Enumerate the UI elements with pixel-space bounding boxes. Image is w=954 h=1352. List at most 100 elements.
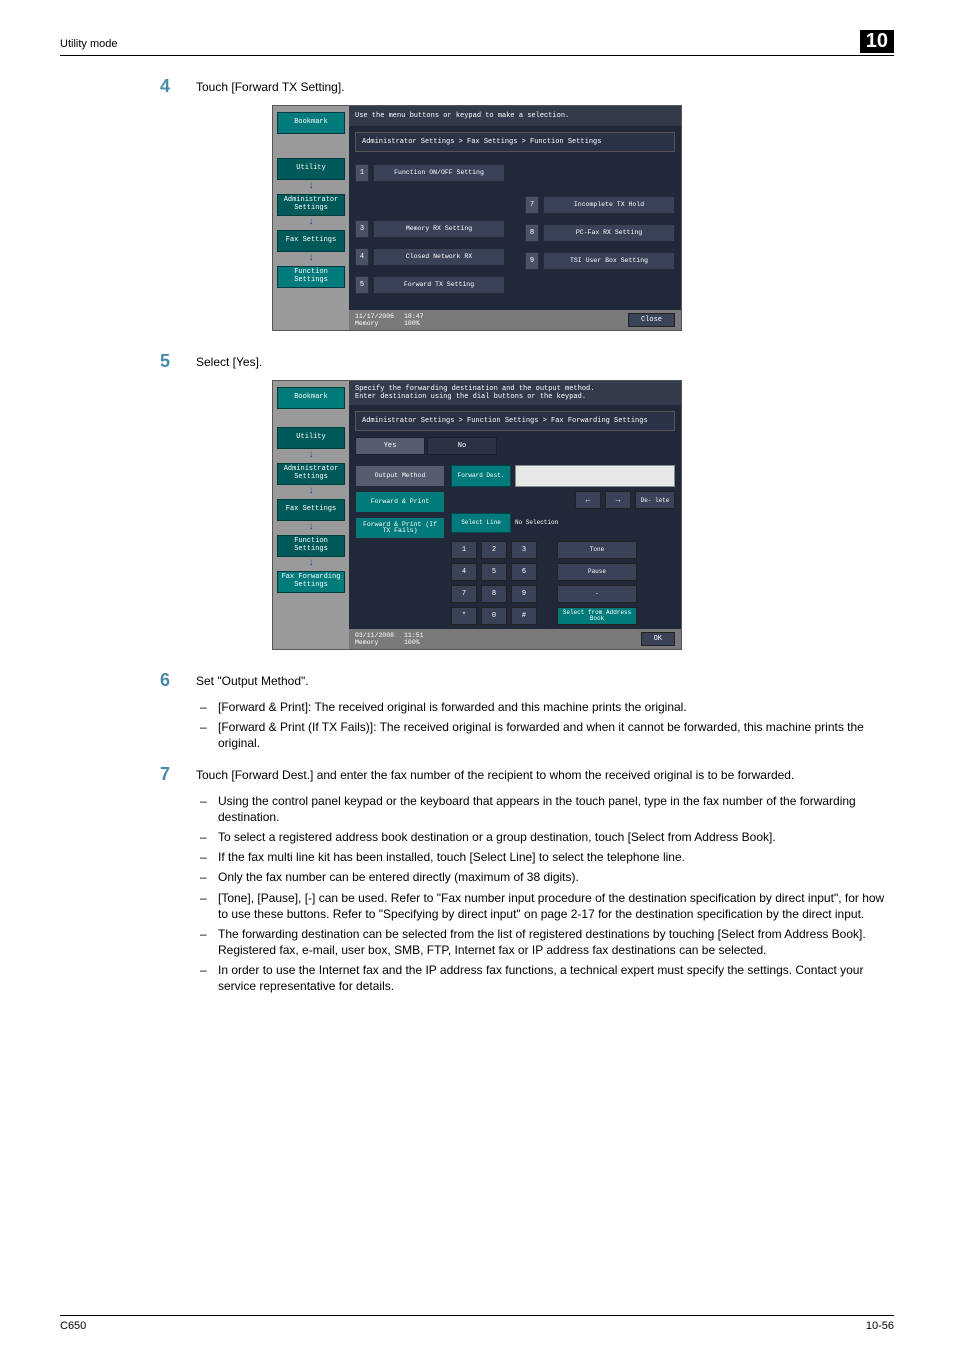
key-0[interactable]: 0 [481,607,507,625]
forward-print-button[interactable]: Forward & Print [355,491,445,513]
key-2[interactable]: 2 [481,541,507,559]
ss2-footer: 03/11/2008 Memory 11:51 100% OK [349,629,681,649]
yes-button[interactable]: Yes [355,437,425,455]
opt-num-3: 3 [355,220,369,238]
fax-forwarding-button[interactable]: Fax Forwarding Settings [277,571,345,593]
header-chapter: 10 [860,30,894,53]
ss2-breadcrumb: Administrator Settings > Function Settin… [355,411,675,431]
step-7: 7 Touch [Forward Dest.] and enter the fa… [160,764,894,785]
arrow-down-icon: ↓ [308,559,314,569]
opt-num-8: 8 [525,224,539,242]
arrow-down-icon: ↓ [308,451,314,461]
closed-network-rx-button[interactable]: Closed Network RX [373,248,505,266]
substep: Using the control panel keypad or the ke… [200,793,894,825]
dash-button[interactable]: - [557,585,637,603]
ss1-breadcrumb: Administrator Settings > Fax Settings > … [355,132,675,152]
forward-dest-input[interactable] [515,465,675,487]
ss1-mem: Memory [355,320,378,327]
tsi-userbox-button[interactable]: TSI User Box Setting [543,252,675,270]
key-4[interactable]: 4 [451,563,477,581]
key-6[interactable]: 6 [511,563,537,581]
key-hash[interactable]: # [511,607,537,625]
bookmark-button[interactable]: Bookmark [277,112,345,134]
utility-button[interactable]: Utility [277,158,345,180]
substep: Only the fax number can be entered direc… [200,869,894,885]
arrow-left-button[interactable]: ← [575,491,601,509]
opt-num-9: 9 [525,252,539,270]
footer-left: C650 [60,1320,86,1332]
substep: If the fax multi line kit has been insta… [200,849,894,865]
pcfax-rx-button[interactable]: PC-Fax RX Setting [543,224,675,242]
key-1[interactable]: 1 [451,541,477,559]
arrow-down-icon: ↓ [308,487,314,497]
ss1-main: Use the menu buttons or keypad to make a… [349,106,681,330]
output-method-button[interactable]: Output Method [355,465,445,487]
step-5: 5 Select [Yes]. [160,351,894,372]
utility-button[interactable]: Utility [277,427,345,449]
opt-num-5: 5 [355,276,369,294]
opt-num-1: 1 [355,164,369,182]
step-text: Touch [Forward TX Setting]. [196,76,894,97]
step-number: 6 [160,670,176,691]
delete-button[interactable]: De- lete [635,491,675,509]
select-line-button[interactable]: Select Line [451,513,511,533]
incomplete-tx-hold-button[interactable]: Incomplete TX Hold [543,196,675,214]
opt-num-4: 4 [355,248,369,266]
key-5[interactable]: 5 [481,563,507,581]
substep: [Forward & Print]: The received original… [200,699,894,715]
fax-settings-button[interactable]: Fax Settings [277,230,345,252]
ss1-sidebar: Bookmark Utility ↓ Administrator Setting… [273,106,349,330]
function-settings-button[interactable]: Function Settings [277,535,345,557]
ss2-instruction: Specify the forwarding destination and t… [349,381,681,405]
substep: The forwarding destination can be select… [200,926,894,958]
function-settings-button[interactable]: Function Settings [277,266,345,288]
key-7[interactable]: 7 [451,585,477,603]
admin-settings-button[interactable]: Administrator Settings [277,194,345,216]
bookmark-button[interactable]: Bookmark [277,387,345,409]
memory-rx-button[interactable]: Memory RX Setting [373,220,505,238]
substep: [Forward & Print (If TX Fails)]: The rec… [200,719,894,751]
arrow-down-icon: ↓ [308,254,314,264]
no-button[interactable]: No [427,437,497,455]
step-number: 5 [160,351,176,372]
arrow-down-icon: ↓ [308,523,314,533]
page-footer: C650 10-56 [60,1315,894,1332]
substep: To select a registered address book dest… [200,829,894,845]
screenshot-function-settings: Bookmark Utility ↓ Administrator Setting… [272,105,682,331]
function-onoff-button[interactable]: Function ON/OFF Setting [373,164,505,182]
select-address-book-button[interactable]: Select from Address Book [557,607,637,625]
keypad: 1 2 3 4 5 6 7 8 9 * 0 # [451,541,537,625]
no-selection-label: No Selection [515,520,558,526]
step-4: 4 Touch [Forward TX Setting]. [160,76,894,97]
key-8[interactable]: 8 [481,585,507,603]
key-9[interactable]: 9 [511,585,537,603]
arrow-right-button[interactable]: → [605,491,631,509]
ss2-pct: 100% [404,639,420,646]
key-3[interactable]: 3 [511,541,537,559]
substep: In order to use the Internet fax and the… [200,962,894,994]
ss2-sidebar: Bookmark Utility ↓ Administrator Setting… [273,381,349,649]
opt-num-7: 7 [525,196,539,214]
step-number: 7 [160,764,176,785]
page-header: Utility mode 10 [60,30,894,56]
key-star[interactable]: * [451,607,477,625]
ss1-instruction: Use the menu buttons or keypad to make a… [349,106,681,126]
pause-button[interactable]: Pause [557,563,637,581]
admin-settings-button[interactable]: Administrator Settings [277,463,345,485]
fax-settings-button[interactable]: Fax Settings [277,499,345,521]
arrow-down-icon: ↓ [308,218,314,228]
forward-print-fail-button[interactable]: Forward & Print (If TX Fails) [355,517,445,539]
step-text: Set "Output Method". [196,670,894,691]
forward-tx-setting-button[interactable]: Forward TX Setting [373,276,505,294]
ss2-main: Specify the forwarding destination and t… [349,381,681,649]
step-6-substeps: [Forward & Print]: The received original… [200,699,894,752]
ss2-time: 11:51 [404,632,424,639]
ss2-mem: Memory [355,639,378,646]
tone-button[interactable]: Tone [557,541,637,559]
ok-button[interactable]: OK [641,632,675,646]
close-button[interactable]: Close [628,313,675,327]
ss2-date: 03/11/2008 [355,632,394,639]
ss1-time: 18:47 [404,313,424,320]
forward-dest-button[interactable]: Forward Dest. [451,465,511,487]
arrow-down-icon: ↓ [308,182,314,192]
